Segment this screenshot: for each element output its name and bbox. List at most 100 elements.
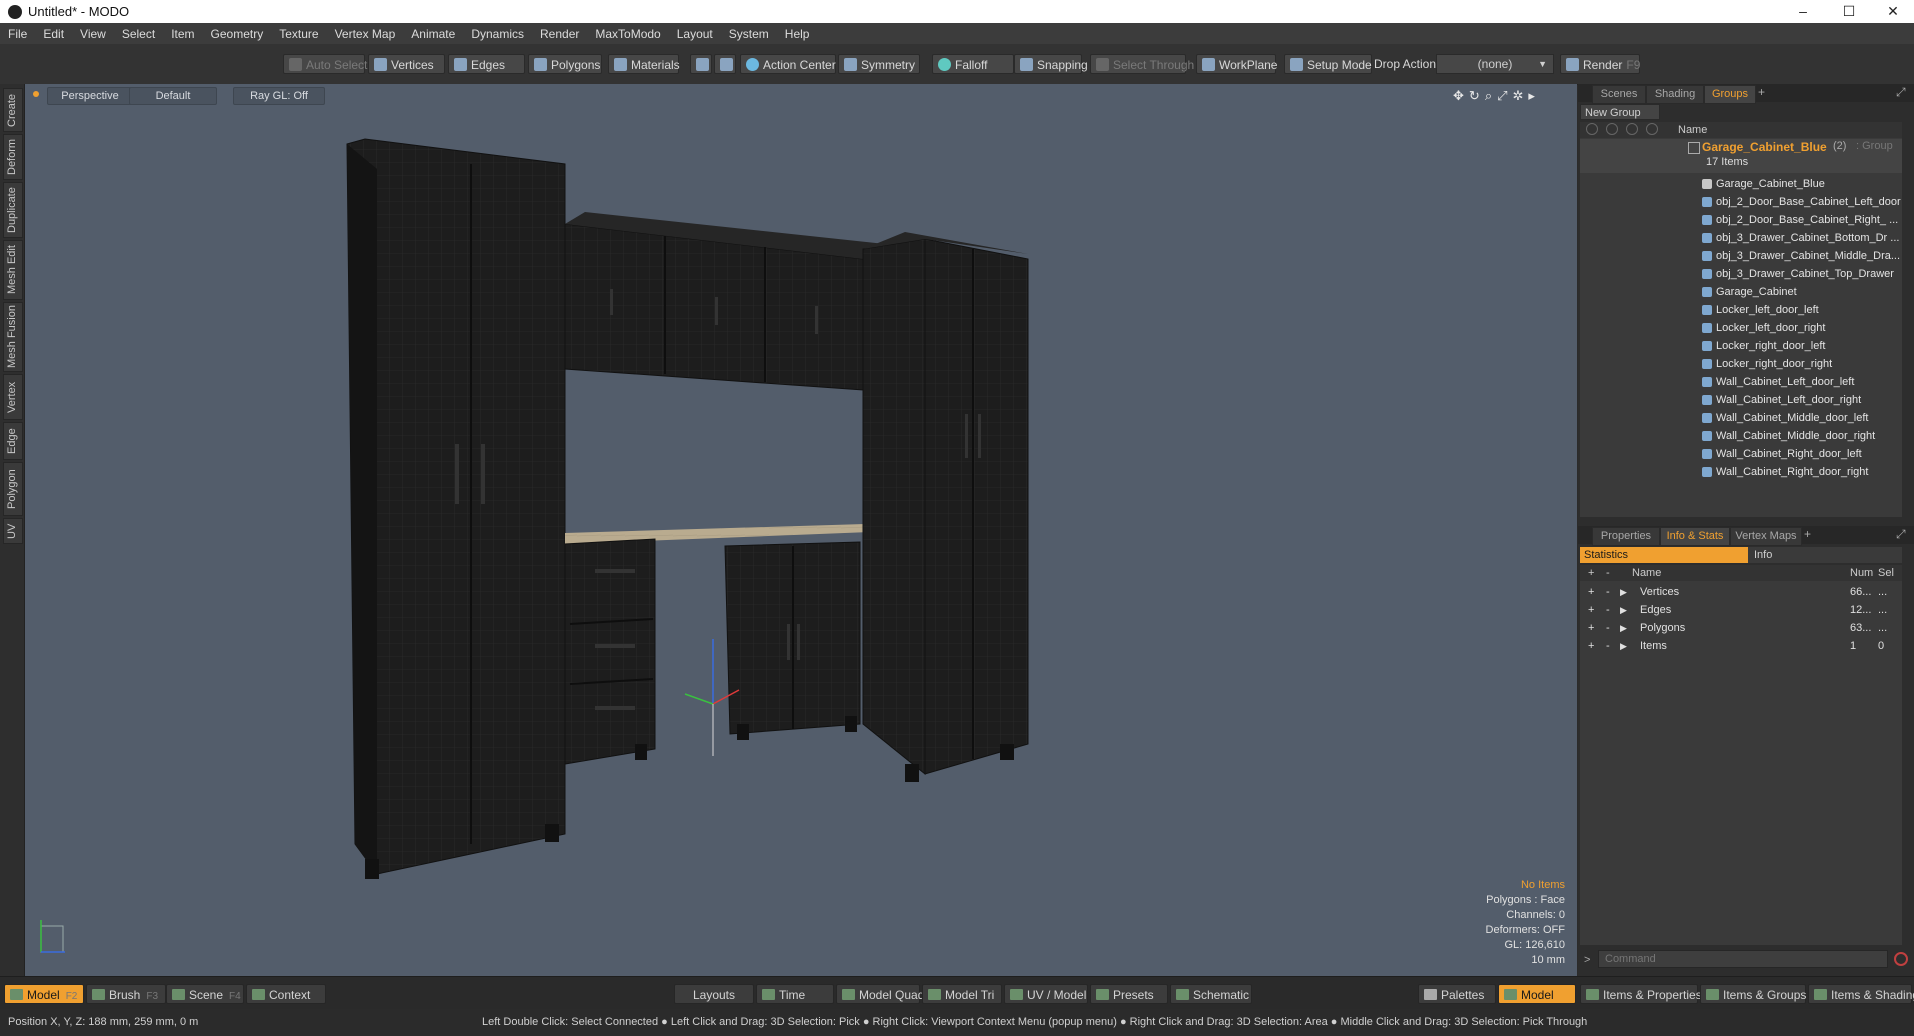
command-input[interactable] [1598, 950, 1888, 968]
items-groups-button[interactable]: Items & Groups [1700, 984, 1806, 1004]
add-tab-icon[interactable]: + [1804, 527, 1811, 541]
tab-deform[interactable]: Deform [3, 134, 23, 180]
drop-action-select[interactable]: (none) ▼ [1436, 54, 1554, 74]
brush-tab-button[interactable]: Brush F3 [86, 984, 166, 1004]
expand-arrow-icon[interactable]: ▶ [1620, 619, 1627, 637]
plus-icon[interactable]: + [1588, 637, 1594, 655]
table-row[interactable]: + - ▶ Items 1 0 [1580, 637, 1902, 655]
tab-scenes[interactable]: Scenes [1592, 85, 1646, 104]
minimize-button[interactable]: – [1780, 0, 1826, 23]
menu-file[interactable]: File [0, 27, 35, 41]
materials-button[interactable]: Materials [608, 54, 680, 74]
select-icon[interactable] [1626, 123, 1638, 135]
menu-help[interactable]: Help [777, 27, 818, 41]
tab-create[interactable]: Create [3, 88, 23, 132]
list-item[interactable]: Locker_left_door_left [1580, 301, 1902, 319]
menu-layout[interactable]: Layout [669, 27, 721, 41]
menu-render[interactable]: Render [532, 27, 587, 41]
new-group-button[interactable]: New Group [1580, 104, 1660, 120]
action-center-button[interactable]: Action Center [740, 54, 836, 74]
list-item[interactable]: obj_3_Drawer_Cabinet_Bottom_Dr ... [1580, 229, 1902, 247]
expand-arrow-icon[interactable]: ▶ [1620, 637, 1627, 655]
palettes-button[interactable]: Palettes [1418, 984, 1496, 1004]
plus-icon[interactable]: + [1588, 583, 1594, 601]
menu-select[interactable]: Select [114, 27, 163, 41]
context-tab-button[interactable]: Context [246, 984, 326, 1004]
snapping-button[interactable]: Snapping [1014, 54, 1088, 74]
minus-icon[interactable]: - [1606, 601, 1610, 619]
setup-mode-button[interactable]: Setup Mode [1284, 54, 1372, 74]
table-row[interactable]: + - ▶ Polygons 63...... [1580, 619, 1902, 637]
tab-uv[interactable]: UV [3, 518, 23, 544]
expand-arrow-icon[interactable]: ▶ [1620, 601, 1627, 619]
tab-vertex-maps[interactable]: Vertex Maps [1730, 527, 1802, 546]
symmetry-button[interactable]: Symmetry [838, 54, 920, 74]
tab-mesh-edit[interactable]: Mesh Edit [3, 240, 23, 300]
list-item[interactable]: Garage_Cabinet [1580, 283, 1902, 301]
table-row[interactable]: + - ▶ Edges 12...... [1580, 601, 1902, 619]
menu-view[interactable]: View [72, 27, 114, 41]
tab-shading[interactable]: Shading [1646, 85, 1704, 104]
eye-icon[interactable] [1586, 123, 1598, 135]
add-tab-icon[interactable]: + [1758, 85, 1765, 99]
model-quad-button[interactable]: Model Quad [836, 984, 924, 1004]
maximize-button[interactable]: ☐ [1826, 0, 1872, 23]
minus-icon[interactable]: - [1606, 619, 1610, 637]
list-item[interactable]: Wall_Cabinet_Right_door_left [1580, 445, 1902, 463]
menu-animate[interactable]: Animate [403, 27, 463, 41]
items-shading-button[interactable]: Items & Shading [1808, 984, 1914, 1004]
info-subtab[interactable]: Info [1748, 547, 1902, 563]
list-item[interactable]: Wall_Cabinet_Left_door_left [1580, 373, 1902, 391]
list-item[interactable]: Locker_left_door_right [1580, 319, 1902, 337]
tab-properties[interactable]: Properties [1592, 527, 1660, 546]
edges-button[interactable]: Edges [448, 54, 525, 74]
scene-tab-button[interactable]: Scene F4 [166, 984, 244, 1004]
list-item[interactable]: obj_3_Drawer_Cabinet_Top_Drawer [1580, 265, 1902, 283]
presets-button[interactable]: Presets [1090, 984, 1168, 1004]
statistics-subtab[interactable]: Statistics [1580, 547, 1748, 563]
auto-select-button[interactable]: Auto Select [283, 54, 367, 74]
list-item[interactable]: obj_2_Door_Base_Cabinet_Left_door [1580, 193, 1902, 211]
lock-icon[interactable] [1606, 123, 1618, 135]
workplane-button[interactable]: WorkPlane [1196, 54, 1277, 74]
minus-icon[interactable]: - [1606, 583, 1610, 601]
tab-mesh-fusion[interactable]: Mesh Fusion [3, 302, 23, 372]
list-item[interactable]: obj_2_Door_Base_Cabinet_Right_ ... [1580, 211, 1902, 229]
polygons-button[interactable]: Polygons [528, 54, 602, 74]
menu-system[interactable]: System [721, 27, 777, 41]
list-item[interactable]: obj_3_Drawer_Cabinet_Middle_Dra... [1580, 247, 1902, 265]
layouts-button[interactable]: Layouts [674, 984, 754, 1004]
list-item[interactable]: Locker_right_door_left [1580, 337, 1902, 355]
render-toggle-icon[interactable] [1646, 123, 1658, 135]
items-properties-button[interactable]: Items & Properties [1580, 984, 1702, 1004]
model-layout-button[interactable]: Model [1498, 984, 1576, 1004]
schematic-button[interactable]: Schematic [1170, 984, 1252, 1004]
tab-edge[interactable]: Edge [3, 422, 23, 460]
plus-icon[interactable]: + [1588, 601, 1594, 619]
uv-model-button[interactable]: UV / Model [1004, 984, 1088, 1004]
minus-icon[interactable]: - [1606, 637, 1610, 655]
group-row[interactable]: Garage_Cabinet_Blue (2) : Group 17 Items [1580, 139, 1902, 173]
tab-duplicate[interactable]: Duplicate [3, 182, 23, 238]
select-mode-a-button[interactable] [690, 54, 712, 74]
render-button[interactable]: Render F9 [1560, 54, 1640, 74]
list-item[interactable]: Wall_Cabinet_Middle_door_right [1580, 427, 1902, 445]
tab-polygon[interactable]: Polygon [3, 462, 23, 516]
model-tab-button[interactable]: Model F2 [4, 984, 84, 1004]
menu-maxtomodo[interactable]: MaxToModo [587, 27, 668, 41]
select-through-button[interactable]: Select Through [1090, 54, 1194, 74]
table-row[interactable]: + - ▶ Vertices 66...... [1580, 583, 1902, 601]
menu-dynamics[interactable]: Dynamics [463, 27, 532, 41]
list-item[interactable]: Wall_Cabinet_Middle_door_left [1580, 409, 1902, 427]
vertices-button[interactable]: Vertices [368, 54, 445, 74]
tab-vertex[interactable]: Vertex [3, 374, 23, 420]
plus-icon[interactable]: + [1588, 619, 1594, 637]
select-mode-b-button[interactable] [714, 54, 736, 74]
expand-all-icon[interactable]: + [1588, 565, 1594, 581]
menu-edit[interactable]: Edit [35, 27, 72, 41]
list-item[interactable]: Wall_Cabinet_Right_door_right [1580, 463, 1902, 481]
expand-panel-icon[interactable]: ⤢ [1896, 85, 1906, 100]
expand-arrow-icon[interactable]: ▶ [1620, 583, 1627, 601]
expand-panel-icon[interactable]: ⤢ [1896, 527, 1906, 542]
time-button[interactable]: Time [756, 984, 834, 1004]
